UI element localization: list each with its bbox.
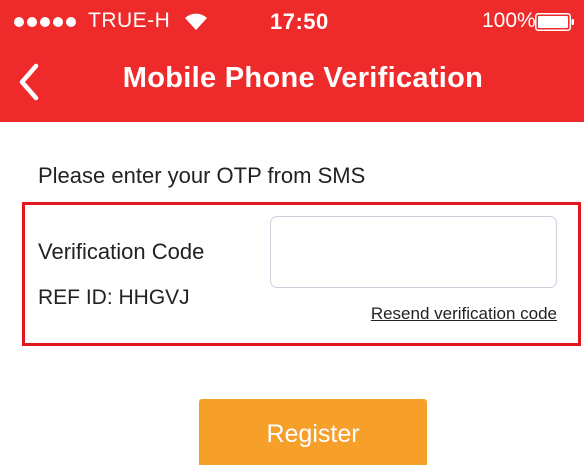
signal-strength-icon [14, 17, 76, 27]
otp-verification-screen: TRUE-H 17:50 100% Mobile Phone Verificat… [0, 0, 584, 465]
status-bar: TRUE-H 17:50 100% [0, 0, 584, 44]
page-title: Mobile Phone Verification [122, 62, 484, 94]
wifi-icon [185, 13, 207, 30]
header-bar: TRUE-H 17:50 100% Mobile Phone Verificat… [0, 0, 584, 122]
register-button[interactable]: Register [199, 399, 427, 465]
battery-icon [535, 13, 574, 31]
carrier-name: TRUE-H [88, 9, 171, 32]
otp-instruction: Please enter your OTP from SMS [38, 163, 366, 188]
verification-code-input[interactable] [270, 216, 557, 288]
battery-percentage: 100% [482, 9, 536, 32]
resend-code-link[interactable]: Resend verification code [371, 304, 557, 324]
ref-id-text: REF ID: HHGVJ [38, 286, 190, 309]
status-time: 17:50 [270, 9, 329, 34]
verification-code-label: Verification Code [38, 239, 205, 264]
